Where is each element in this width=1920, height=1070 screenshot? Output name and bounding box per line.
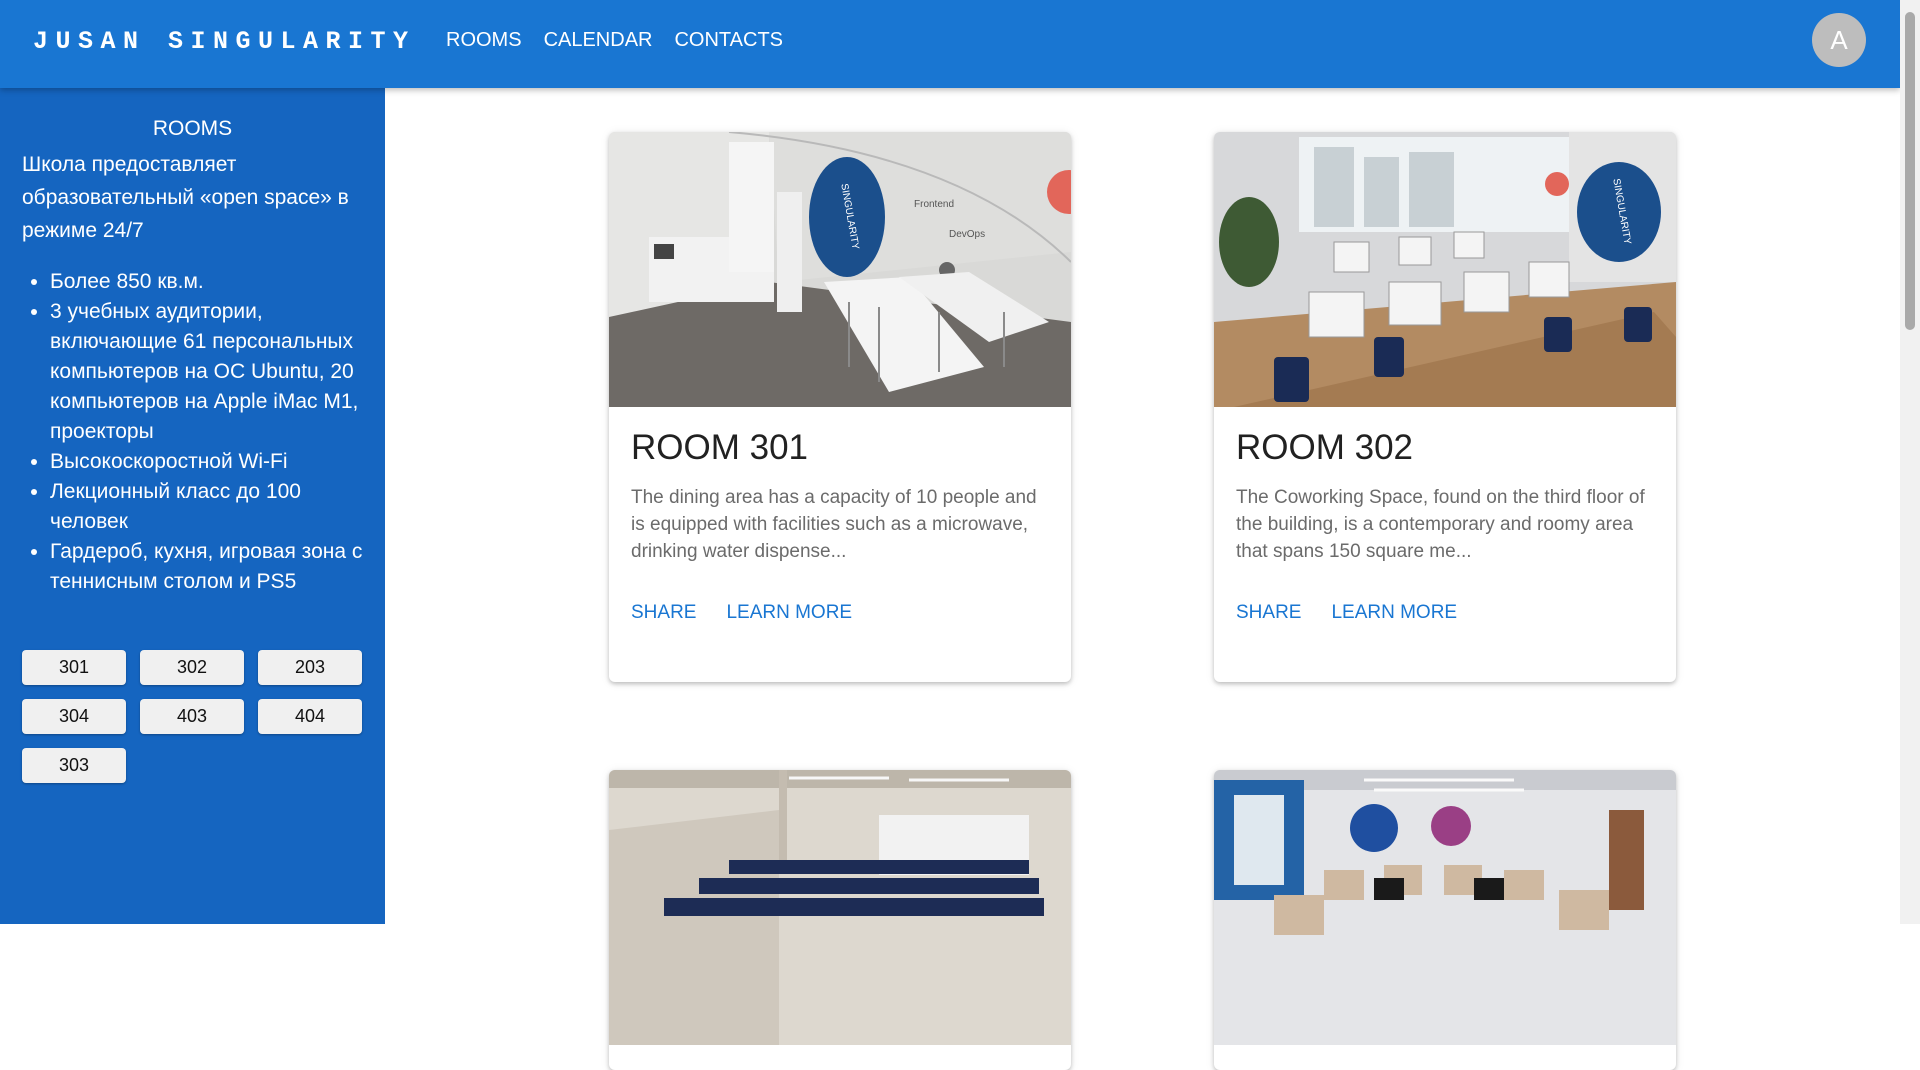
- main-nav: ROOMS CALENDAR CONTACTS: [435, 27, 794, 53]
- features-list: Более 850 кв.м. 3 учебных аудитории, вкл…: [22, 267, 367, 597]
- card-title: ROOM 302: [1236, 428, 1413, 467]
- learn-more-button[interactable]: LEARN MORE: [1331, 602, 1457, 624]
- card-actions: SHARE LEARN MORE: [1236, 602, 1457, 624]
- room-301-photo[interactable]: SINGULARITY Frontend DevOps: [609, 132, 1071, 407]
- scrollbar-thumb[interactable]: [1905, 12, 1915, 330]
- sidebar-title: ROOMS: [152, 117, 233, 140]
- room-card-302: SINGULARITY ROOM 302 The Coworking Space…: [1214, 132, 1676, 682]
- app-bar: JUSAN SINGULARITY ROOMS CALENDAR CONTACT…: [0, 0, 1900, 88]
- page-scrollbar[interactable]: [1900, 0, 1920, 924]
- room-button-304[interactable]: 304: [22, 699, 126, 734]
- card-description: The Coworking Space, found on the third …: [1236, 487, 1645, 562]
- nav-calendar[interactable]: CALENDAR: [533, 27, 664, 53]
- feature-item-wifi: Высокоскоростной Wi-Fi: [50, 447, 367, 477]
- room-buttons: 301 302 203 304 403 404 303: [22, 650, 367, 783]
- card-title: ROOM 301: [631, 428, 808, 467]
- brand-logo[interactable]: JUSAN SINGULARITY: [33, 27, 416, 57]
- sidebar: ROOMS Школа предоставляет образовательны…: [0, 88, 385, 924]
- card-actions: SHARE LEARN MORE: [631, 602, 852, 624]
- room-button-203[interactable]: 203: [258, 650, 362, 685]
- room-card-3: [609, 770, 1071, 1070]
- feature-item-classrooms: 3 учебных аудитории, включающие 61 персо…: [50, 297, 367, 447]
- room-button-303[interactable]: 303: [22, 748, 126, 783]
- nav-contacts[interactable]: CONTACTS: [663, 27, 794, 53]
- computer-lab-photo[interactable]: [1214, 770, 1676, 1045]
- feature-item-lecture-hall: Лекционный класс до 100 человек: [50, 477, 367, 537]
- sidebar-intro: Школа предоставляет образовательный «ope…: [22, 153, 349, 242]
- lecture-hall-photo[interactable]: [609, 770, 1071, 1045]
- feature-item-area: Более 850 кв.м.: [50, 267, 367, 297]
- share-button[interactable]: SHARE: [1236, 602, 1301, 624]
- learn-more-button[interactable]: LEARN MORE: [726, 602, 852, 624]
- user-avatar[interactable]: A: [1812, 13, 1866, 67]
- room-card-4: [1214, 770, 1676, 1070]
- card-description: The dining area has a capacity of 10 peo…: [631, 487, 1037, 562]
- room-button-403[interactable]: 403: [140, 699, 244, 734]
- room-301-wall-text-1: Frontend: [914, 199, 954, 210]
- nav-rooms[interactable]: ROOMS: [435, 27, 533, 53]
- room-302-photo[interactable]: SINGULARITY: [1214, 132, 1676, 407]
- feature-item-amenities: Гардероб, кухня, игровая зона с теннисны…: [50, 537, 367, 597]
- room-card-301: SINGULARITY Frontend DevOps ROOM 301 The…: [609, 132, 1071, 682]
- share-button[interactable]: SHARE: [631, 602, 696, 624]
- room-button-404[interactable]: 404: [258, 699, 362, 734]
- room-button-301[interactable]: 301: [22, 650, 126, 685]
- room-301-wall-text-2: DevOps: [949, 229, 985, 240]
- room-button-302[interactable]: 302: [140, 650, 244, 685]
